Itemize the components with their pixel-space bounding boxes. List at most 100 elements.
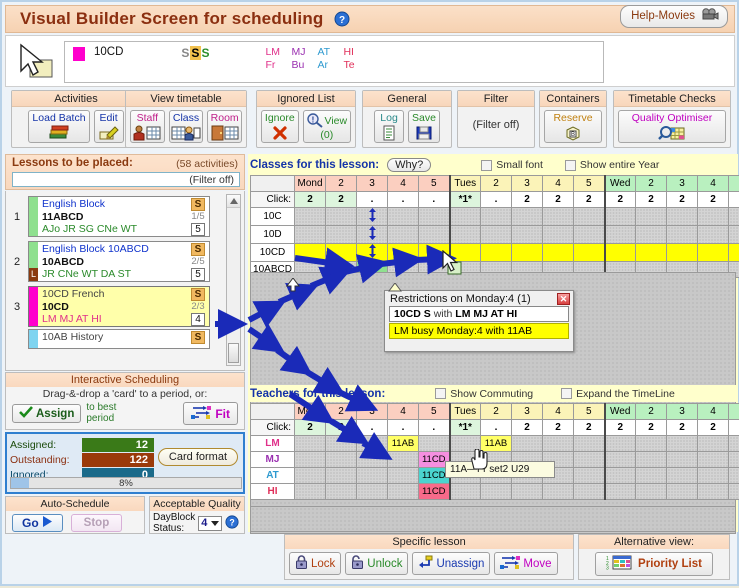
timetable-cell[interactable]: [574, 208, 605, 226]
timetable-cell[interactable]: [605, 208, 636, 226]
timetable-cell[interactable]: [326, 208, 357, 226]
timetable-cell[interactable]: [357, 468, 388, 484]
timetable-cell[interactable]: [605, 436, 636, 452]
click-count-cell[interactable]: 2: [605, 192, 636, 208]
click-count-cell[interactable]: 2: [574, 192, 605, 208]
quality-optimiser-button[interactable]: Quality Optimiser: [618, 110, 726, 143]
timetable-cell[interactable]: [729, 244, 739, 262]
timetable-cell[interactable]: [667, 484, 698, 500]
grid-col-header[interactable]: Mond: [295, 404, 326, 420]
timetable-cell[interactable]: [698, 436, 729, 452]
small-font-checkbox[interactable]: [481, 160, 492, 171]
restrictions-tooltip[interactable]: Restrictions on Monday:4 (1) ✕ 10CD S wi…: [384, 290, 574, 352]
timetable-cell[interactable]: [357, 244, 388, 262]
grid-col-header[interactable]: Tues: [450, 176, 481, 192]
click-count-cell[interactable]: *1*: [450, 420, 481, 436]
grid-col-header[interactable]: 2: [481, 404, 512, 420]
lesson-card[interactable]: English Block 11ABCD AJo JR SG CNe WT S …: [28, 196, 210, 237]
timetable-cell[interactable]: [574, 484, 605, 500]
timetable-cell[interactable]: [729, 226, 739, 244]
go-button[interactable]: Go: [12, 514, 63, 532]
click-count-cell[interactable]: .: [419, 192, 450, 208]
view-staff-button[interactable]: Staff: [130, 110, 165, 143]
edit-button[interactable]: Edit: [94, 110, 124, 143]
click-count-cell[interactable]: 2: [295, 420, 326, 436]
timetable-cell[interactable]: [295, 436, 326, 452]
timetable-cell[interactable]: [326, 484, 357, 500]
lesson-card-list[interactable]: 1 English Block 11ABCD AJo JR SG CNe WT …: [5, 191, 245, 371]
grid-col-header[interactable]: 5: [419, 404, 450, 420]
grid-col-header[interactable]: 3: [667, 404, 698, 420]
timetable-cell[interactable]: [636, 452, 667, 468]
timetable-cell[interactable]: [450, 484, 481, 500]
view-ignored-button[interactable]: ! View (0): [303, 110, 351, 143]
grid-col-header[interactable]: 2: [326, 404, 357, 420]
timetable-cell[interactable]: [574, 468, 605, 484]
timetable-cell[interactable]: [326, 436, 357, 452]
click-count-cell[interactable]: 2: [729, 420, 739, 436]
grid-col-header[interactable]: Mond: [295, 176, 326, 192]
grid-col-header[interactable]: 5: [729, 404, 739, 420]
show-commuting-checkbox[interactable]: [435, 388, 446, 399]
grid-col-header[interactable]: 4: [543, 176, 574, 192]
move-button[interactable]: Move: [494, 552, 557, 575]
load-batch-button[interactable]: Load Batch: [28, 110, 89, 143]
timetable-cell[interactable]: [636, 226, 667, 244]
help-question-icon[interactable]: ?: [334, 11, 350, 27]
timetable-cell[interactable]: [667, 244, 698, 262]
timetable-cell[interactable]: [636, 208, 667, 226]
grid-col-header[interactable]: 2: [481, 176, 512, 192]
grid-col-header[interactable]: 4: [388, 176, 419, 192]
show-entire-year-checkbox-row[interactable]: Show entire Year: [565, 159, 659, 171]
grid-col-header[interactable]: 3: [357, 404, 388, 420]
click-count-cell[interactable]: 2: [667, 420, 698, 436]
timetable-cell[interactable]: [388, 226, 419, 244]
timetable-cell[interactable]: [388, 244, 419, 262]
timetable-cell[interactable]: [698, 226, 729, 244]
log-button[interactable]: Log: [374, 110, 404, 143]
priority-list-button[interactable]: 123 Priority List: [595, 552, 713, 576]
timetable-cell[interactable]: [543, 226, 574, 244]
timetable-cell[interactable]: [326, 468, 357, 484]
timetable-cell[interactable]: [543, 208, 574, 226]
grid-col-header[interactable]: Wed: [605, 176, 636, 192]
timetable-cell[interactable]: [574, 244, 605, 262]
grid-col-header[interactable]: 5: [574, 404, 605, 420]
timetable-cell[interactable]: [574, 452, 605, 468]
scroll-up-arrow-icon[interactable]: [227, 195, 240, 208]
timetable-cell[interactable]: [357, 226, 388, 244]
lesson-card[interactable]: L English Block 10ABCD 10ABCD JR CNe WT …: [28, 241, 210, 282]
click-count-cell[interactable]: 2: [512, 192, 543, 208]
timetable-cell[interactable]: [481, 208, 512, 226]
timetable-cell[interactable]: [698, 468, 729, 484]
click-count-cell[interactable]: .: [481, 192, 512, 208]
timetable-cell[interactable]: [419, 226, 450, 244]
timetable-cell[interactable]: [729, 452, 739, 468]
grid-col-header[interactable]: 3: [667, 176, 698, 192]
timetable-cell[interactable]: [481, 244, 512, 262]
timetable-cell[interactable]: [543, 436, 574, 452]
assign-button[interactable]: Assign: [12, 404, 81, 423]
grid-col-header[interactable]: 2: [636, 176, 667, 192]
expand-timeline-checkbox[interactable]: [561, 388, 572, 399]
click-count-cell[interactable]: *1*: [450, 192, 481, 208]
click-count-cell[interactable]: 2: [729, 192, 739, 208]
timetable-cell[interactable]: [326, 452, 357, 468]
timetable-cell[interactable]: [729, 436, 739, 452]
grid-col-header[interactable]: 4: [698, 404, 729, 420]
list-item[interactable]: 1 English Block 11ABCD AJo JR SG CNe WT …: [6, 194, 244, 239]
timetable-cell[interactable]: [605, 484, 636, 500]
grid-col-header[interactable]: 4: [698, 176, 729, 192]
timetable-cell[interactable]: [574, 226, 605, 244]
timetable-cell[interactable]: [388, 468, 419, 484]
grid-col-header[interactable]: 3: [512, 176, 543, 192]
timetable-cell[interactable]: 11AB: [388, 436, 419, 452]
lessons-filter-input[interactable]: (Filter off): [12, 172, 240, 187]
table-row[interactable]: HI11CD: [251, 484, 739, 500]
click-count-cell[interactable]: 2: [574, 420, 605, 436]
click-count-cell[interactable]: 2: [326, 420, 357, 436]
timetable-cell[interactable]: [698, 208, 729, 226]
ignore-button[interactable]: Ignore: [261, 110, 299, 143]
timetable-cell[interactable]: [698, 484, 729, 500]
unassign-button[interactable]: Unassign: [412, 552, 490, 575]
